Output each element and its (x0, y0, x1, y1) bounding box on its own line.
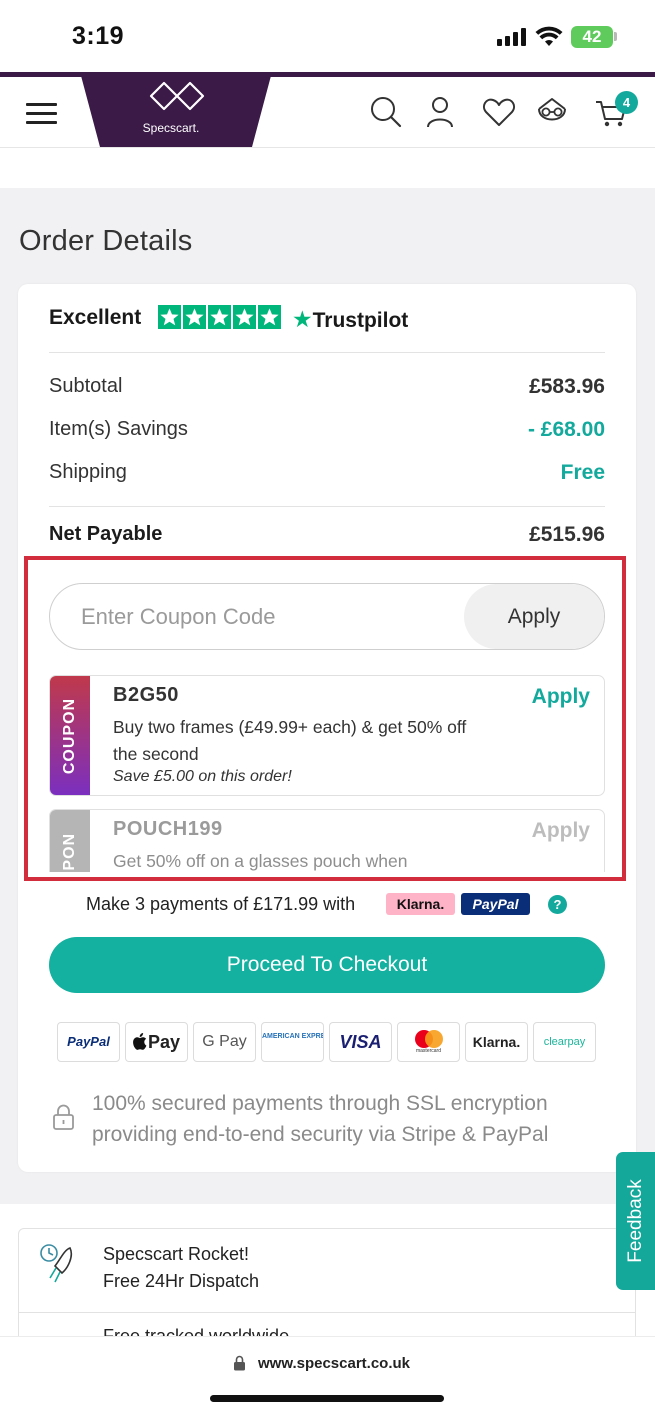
savings-label: Item(s) Savings (49, 418, 188, 440)
paypal-logo: PayPal (57, 1022, 120, 1062)
star-icon (258, 305, 281, 329)
divider (49, 352, 605, 353)
menu-icon[interactable] (26, 103, 57, 125)
rocket-icon (40, 1244, 73, 1283)
apple-pay-logo: Pay (125, 1022, 188, 1062)
mastercard-logo: mastercard (397, 1022, 460, 1062)
pay-later-text: Make 3 payments of £171.99 with (86, 894, 356, 914)
feedback-label: Feedback (624, 1179, 646, 1263)
logo-text: Specscart. (142, 121, 200, 135)
shipping-value: Free (560, 461, 605, 484)
star-icon (158, 305, 181, 329)
clearpay-logo: clearpay (533, 1022, 596, 1062)
feature-title: Specscart Rocket! (103, 1244, 250, 1264)
star-icon (208, 305, 231, 329)
trustpilot-star-icon: ★ (292, 306, 313, 332)
apple-pay-label: Pay (147, 1032, 181, 1052)
subtotal-label: Subtotal (49, 375, 123, 397)
site-header: Specscart. 4 (0, 72, 655, 148)
battery-indicator: 42 (571, 26, 613, 48)
battery-tip (614, 32, 617, 41)
google-pay-logo: G Pay (193, 1022, 256, 1062)
search-icon[interactable] (369, 95, 403, 129)
cart-count-badge: 4 (615, 91, 638, 114)
trustpilot-logo: ★Trustpilot (292, 306, 408, 333)
trustpilot-brand: Trustpilot (312, 309, 409, 332)
logo-shape-icon (80, 72, 272, 147)
star-icon (233, 305, 256, 329)
star-icon (183, 305, 206, 329)
browser-address-bar[interactable] (0, 1336, 655, 1416)
divider (18, 1312, 636, 1313)
secure-payment-note: 100% secured payments through SSL encryp… (92, 1092, 549, 1146)
shipping-label: Shipping (49, 461, 127, 483)
account-icon[interactable] (423, 95, 457, 129)
url-lock-icon (234, 1355, 245, 1371)
site-logo[interactable]: Specscart. (80, 72, 272, 147)
divider (49, 506, 605, 507)
visa-logo: VISA (329, 1022, 392, 1062)
feedback-tab[interactable]: Feedback (616, 1152, 655, 1290)
feature-subtitle: Free 24Hr Dispatch (103, 1271, 260, 1291)
url-text[interactable]: www.specscart.co.uk (258, 1355, 410, 1372)
net-payable-label: Net Payable (49, 523, 163, 545)
status-bar: 3:19 42 (0, 0, 655, 72)
page-title: Order Details (19, 225, 193, 257)
klarna-badge: Klarna. (386, 893, 455, 915)
paypal-badge: PayPal (461, 893, 530, 915)
virtual-try-on-icon[interactable] (535, 95, 569, 129)
mastercard-label: mastercard (415, 1048, 441, 1054)
proceed-to-checkout-button[interactable]: Proceed To Checkout (49, 937, 605, 993)
trustpilot-rating-word: Excellent (49, 306, 142, 329)
wifi-icon (535, 26, 563, 46)
home-indicator[interactable] (210, 1395, 444, 1402)
savings-value: - £68.00 (527, 418, 605, 441)
cellular-signal-icon (497, 28, 527, 46)
help-icon[interactable]: ? (548, 895, 567, 914)
status-time: 3:19 (72, 22, 125, 50)
wishlist-heart-icon[interactable] (482, 95, 516, 129)
lock-icon (53, 1104, 74, 1130)
coupon-section-highlight (24, 556, 626, 881)
trustpilot-stars (158, 305, 281, 329)
apple-icon (133, 1033, 147, 1050)
klarna-logo: Klarna. (465, 1022, 528, 1062)
american-express-logo: AMERICAN EXPRESS (261, 1022, 324, 1062)
net-payable-value: £515.96 (529, 523, 605, 546)
subtotal-value: £583.96 (529, 375, 605, 398)
